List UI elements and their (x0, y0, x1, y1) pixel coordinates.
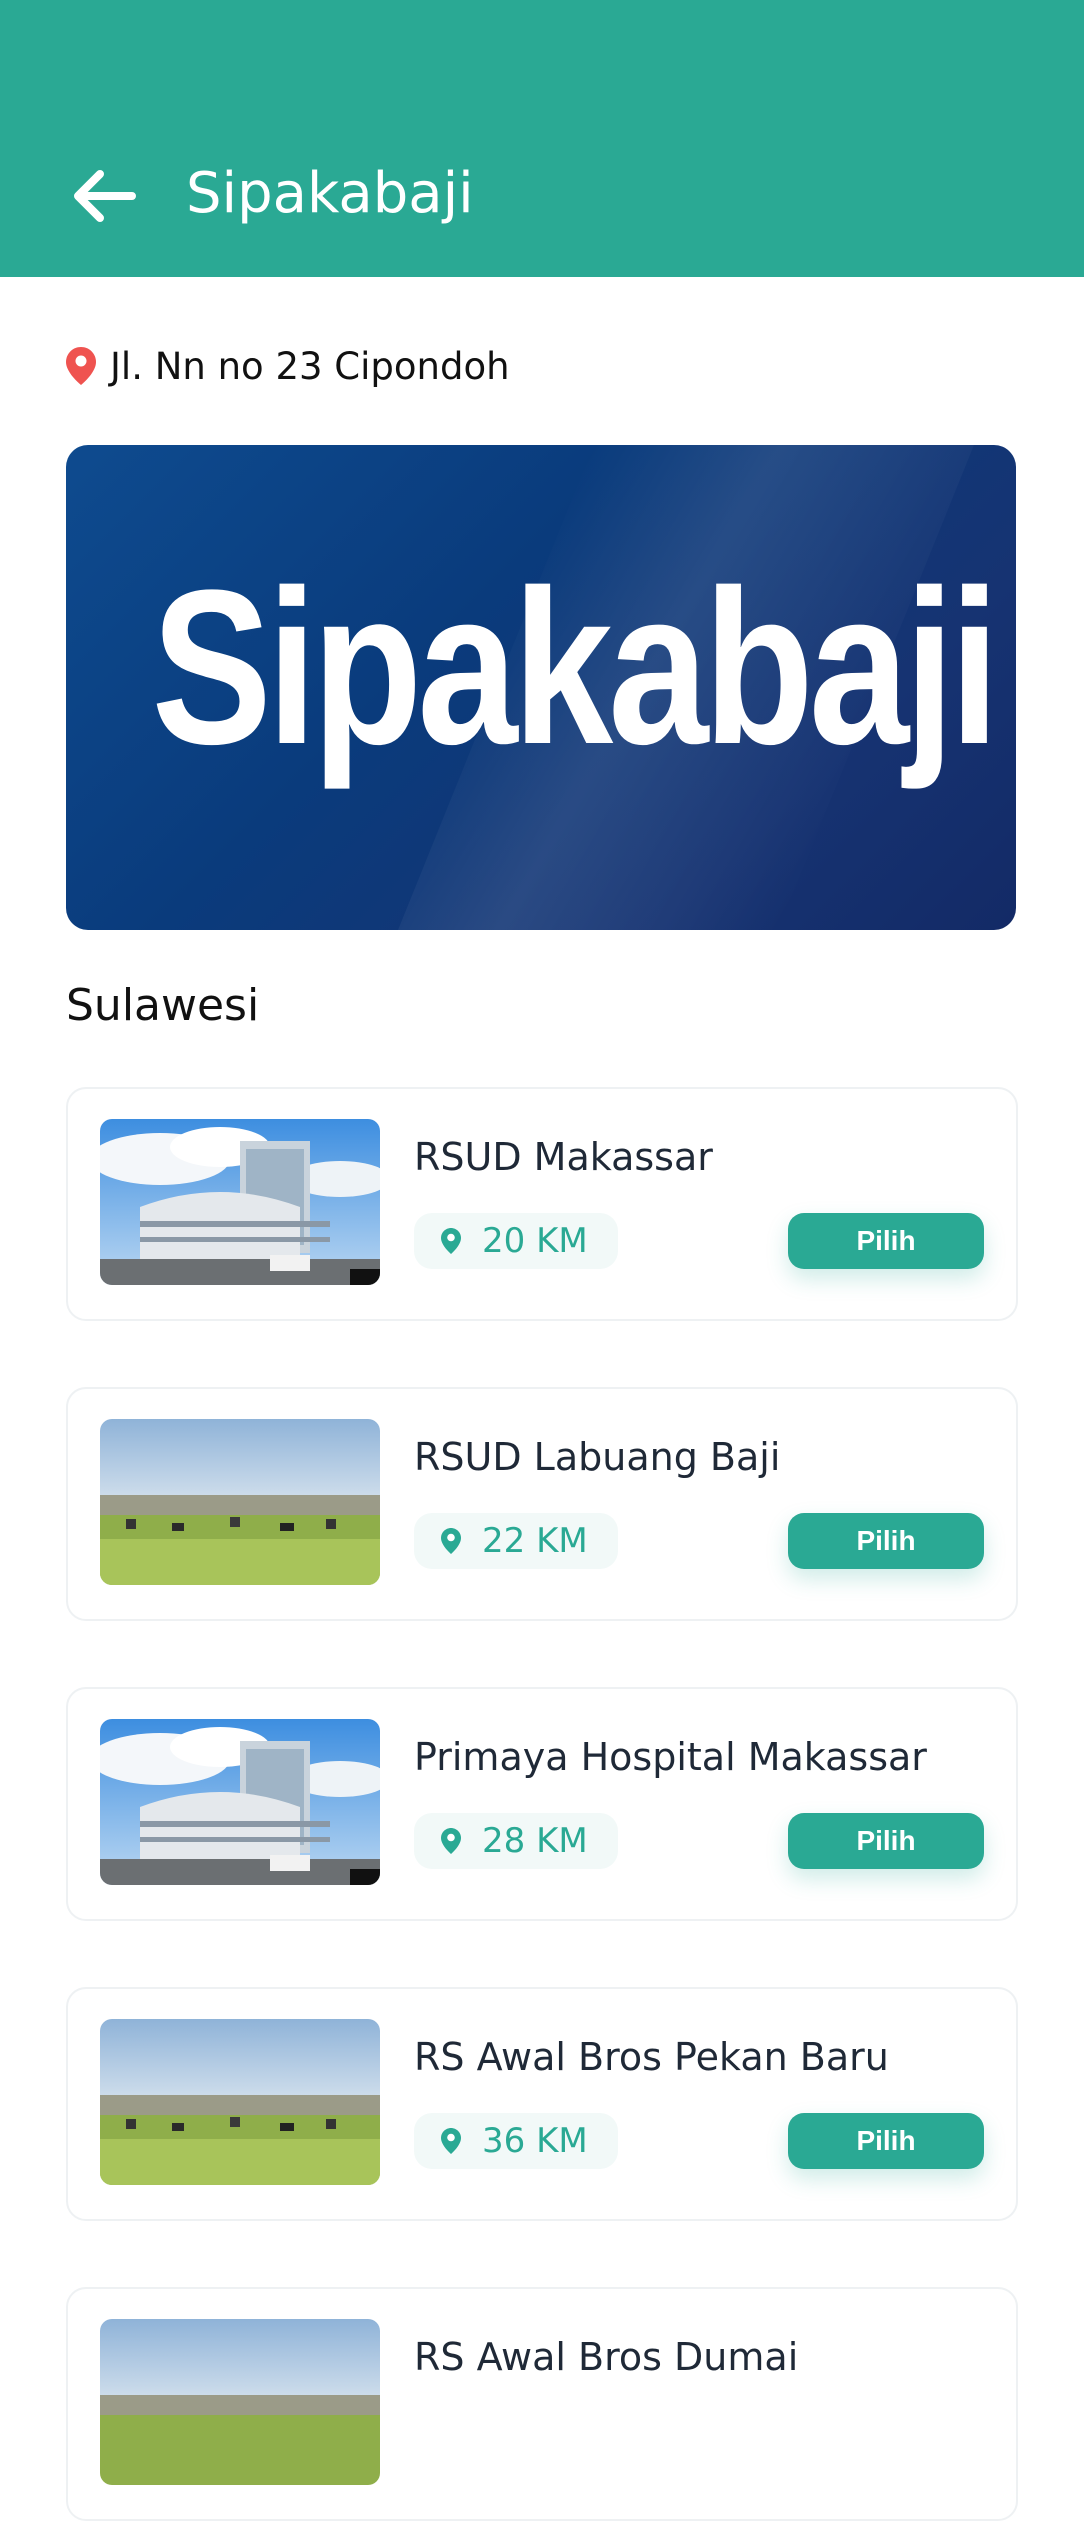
hospital-thumbnail (100, 1719, 380, 1885)
pilih-button[interactable]: Pilih (788, 2113, 984, 2169)
distance-badge: 28 KM (414, 1813, 618, 1869)
hospital-name: RSUD Labuang Baji (414, 1435, 781, 1479)
distance-text: 36 KM (482, 2121, 588, 2161)
banner-logo-text: Sipakabaji (151, 544, 1000, 790)
section-title: Sulawesi (66, 980, 260, 1031)
hospital-card[interactable]: RS Awal Bros Dumai (66, 2287, 1018, 2521)
hospital-card[interactable]: RSUD Makassar 20 KM Pilih (66, 1087, 1018, 1321)
back-button[interactable] (66, 160, 142, 232)
arrow-left-icon (74, 170, 136, 222)
distance-badge: 36 KM (414, 2113, 618, 2169)
hospital-name: Primaya Hospital Makassar (414, 1735, 927, 1779)
distance-text: 28 KM (482, 1821, 588, 1861)
app-bar: Sipakabaji (0, 0, 1084, 277)
hospital-thumbnail (100, 1119, 380, 1285)
hospital-thumbnail (100, 1419, 380, 1585)
hospital-name: RSUD Makassar (414, 1135, 713, 1179)
hospital-card[interactable]: Primaya Hospital Makassar 28 KM Pilih (66, 1687, 1018, 1921)
hospital-card[interactable]: RS Awal Bros Pekan Baru 36 KM Pilih (66, 1987, 1018, 2221)
map-pin-icon (441, 2128, 461, 2154)
map-pin-icon (66, 347, 96, 385)
promo-banner[interactable]: Sipakabaji (66, 445, 1016, 930)
distance-badge: 20 KM (414, 1213, 618, 1269)
hospital-thumbnail (100, 2019, 380, 2185)
map-pin-icon (441, 1528, 461, 1554)
map-pin-icon (441, 1828, 461, 1854)
page-title: Sipakabaji (186, 161, 474, 226)
location-text: Jl. Nn no 23 Cipondoh (110, 344, 510, 388)
distance-badge: 22 KM (414, 1513, 618, 1569)
pilih-button[interactable]: Pilih (788, 1213, 984, 1269)
current-location: Jl. Nn no 23 Cipondoh (64, 342, 510, 390)
map-pin-icon (441, 1228, 461, 1254)
hospital-name: RS Awal Bros Pekan Baru (414, 2035, 889, 2079)
hospital-thumbnail (100, 2319, 380, 2485)
distance-text: 22 KM (482, 1521, 588, 1561)
pilih-button[interactable]: Pilih (788, 1813, 984, 1869)
hospital-card[interactable]: RSUD Labuang Baji 22 KM Pilih (66, 1387, 1018, 1621)
distance-text: 20 KM (482, 1221, 588, 1261)
pilih-button[interactable]: Pilih (788, 1513, 984, 1569)
hospital-name: RS Awal Bros Dumai (414, 2335, 799, 2379)
